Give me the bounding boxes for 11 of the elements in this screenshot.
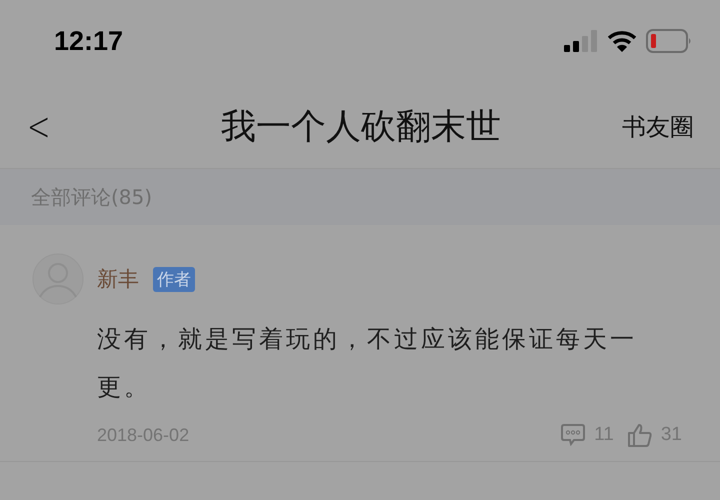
thumbs-up-icon[interactable]: [628, 423, 652, 447]
comment-text: 没有，就是写着玩的，不过应该能保证每天一更。: [97, 324, 638, 403]
status-time: 12:17: [54, 26, 124, 57]
wifi-icon: [608, 30, 636, 52]
comment-icon[interactable]: [561, 424, 586, 446]
battery-icon: [646, 28, 692, 52]
book-circle-button[interactable]: 书友圈: [622, 110, 694, 142]
back-button[interactable]: <: [24, 104, 54, 150]
author-badge: 作者: [153, 266, 195, 292]
page-title: 我一个人砍翻末世: [220, 106, 502, 149]
signal-icon: [564, 30, 598, 52]
